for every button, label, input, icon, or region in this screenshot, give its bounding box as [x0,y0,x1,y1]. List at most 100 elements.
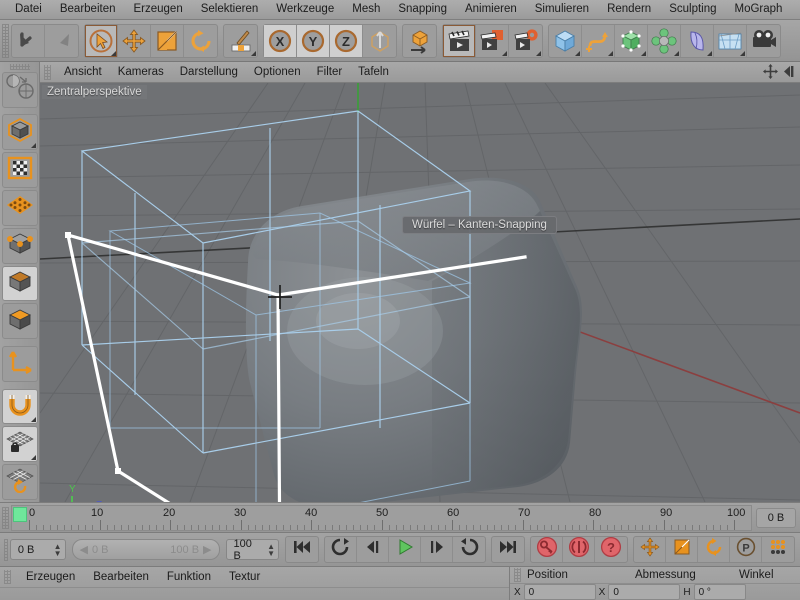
sidebar-item-viewport-tools[interactable] [1,71,38,108]
menu-item-werkzeuge[interactable]: Werkzeuge [267,0,343,19]
timeline-current-field[interactable]: 0 B [756,507,796,528]
pan-view-icon[interactable] [763,64,778,84]
current-frame-field[interactable]: 0 B ▲ ▼ [9,539,66,560]
axis-y-button[interactable]: Y [297,24,330,57]
menu-item-bearbeiten[interactable]: Bearbeiten [51,0,125,19]
key-selection-button[interactable]: ? [595,536,627,562]
render-view-button[interactable] [443,24,476,57]
render-picture-more-icon[interactable] [502,50,507,56]
sidebar-item-polygon-fill[interactable] [1,303,38,340]
material-manager-content[interactable] [0,587,509,600]
deformer-more-icon[interactable] [707,50,712,56]
material-menu-funktion[interactable]: Funktion [158,568,220,587]
sidebar-item-grid-rotate[interactable] [1,464,38,501]
axis-x-button[interactable]: X [264,24,297,57]
menu-item-erzeugen[interactable]: Erzeugen [124,0,191,19]
material-menu-bearbeiten[interactable]: Bearbeiten [84,568,158,587]
timeline-playhead[interactable] [13,506,27,522]
sidebar-item-points-mode[interactable] [1,190,38,226]
environment-button[interactable] [714,24,747,57]
menu-item-animieren[interactable]: Animieren [456,0,526,19]
sidebar-item-magnet-snap[interactable] [1,388,38,425]
material-menu-erzeugen[interactable]: Erzeugen [17,568,84,587]
menu-item-mesh[interactable]: Mesh [343,0,389,19]
brush-tool-button[interactable] [224,25,257,57]
key-position-button[interactable] [634,537,667,562]
generator-more-icon[interactable] [641,50,646,56]
select-tool-button[interactable] [85,24,118,57]
brush-more-icon[interactable] [251,50,256,56]
toolbar-grip[interactable] [2,23,9,58]
record-key-button[interactable] [531,536,564,562]
menu-item-mograph[interactable]: MoGraph [726,0,792,19]
sidebar-item-polygons-mode[interactable] [1,265,38,302]
viewport-menu-filter[interactable]: Filter [309,62,351,82]
material-menu-textur[interactable]: Textur [220,568,269,587]
world-axis-button[interactable] [363,25,396,57]
range-left-arrow-icon[interactable]: ◀ [80,543,88,556]
render-settings-button[interactable] [509,25,542,57]
menu-item-simulieren[interactable]: Simulieren [526,0,598,19]
menu-item-datei[interactable]: Datei [6,0,51,19]
menu-item-snapping[interactable]: Snapping [389,0,456,19]
viewport-menu-ansicht[interactable]: Ansicht [56,62,110,82]
timeline-ruler[interactable]: 0 10 20 30 40 50 60 70 80 90 100 [11,504,752,531]
object-axis-button[interactable] [403,25,436,57]
cube-primitive-more-icon[interactable] [575,50,580,56]
transport-grip[interactable] [4,538,8,561]
next-key-button[interactable] [453,537,485,562]
sidebar-item-texture-mode[interactable] [1,152,38,189]
select-tool-more-icon[interactable] [111,50,116,56]
menu-item-selektieren[interactable]: Selektieren [192,0,268,19]
key-pla-button[interactable] [762,537,794,562]
viewport-menu-optionen[interactable]: Optionen [246,62,309,82]
previous-key-button[interactable] [325,537,358,562]
previous-frame-button[interactable] [357,537,390,562]
viewport-menu-darstellung[interactable]: Darstellung [172,62,246,82]
coordinates-panel-grip[interactable] [514,568,521,582]
left-palette-grip[interactable] [9,64,30,70]
array-object-button[interactable] [648,24,681,57]
sidebar-item-model-mode[interactable] [1,114,38,151]
size-x-field[interactable]: 0 [608,584,681,600]
viewport-menu-tafeln[interactable]: Tafeln [350,62,397,82]
redo-button[interactable] [45,25,78,57]
viewport-menu-kameras[interactable]: Kameras [110,62,172,82]
move-tool-button[interactable] [118,24,151,57]
deformer-button[interactable] [681,24,714,57]
sidebar-item-edges-mode[interactable] [1,227,38,264]
go-to-end-button[interactable] [492,537,524,562]
viewport-menu-grip[interactable] [44,64,51,80]
viewport-3d[interactable]: Zentralperspektive Würfel – Kanten-Snapp… [40,83,800,502]
axis-z-button[interactable]: Z [330,24,363,57]
generator-button[interactable] [615,24,648,57]
timeline-grip[interactable] [2,506,9,529]
sidebar-item-axis-mode[interactable] [1,346,38,382]
menu-item-charakter[interactable]: Charak [791,0,800,19]
position-x-field[interactable]: 0 [523,584,596,600]
spline-more-icon[interactable] [608,50,613,56]
scale-tool-button[interactable] [151,24,184,57]
undo-button[interactable] [12,24,45,57]
sidebar-item-grid-lock[interactable] [1,426,38,463]
environment-more-icon[interactable] [740,50,745,56]
render-settings-more-icon[interactable] [536,50,541,56]
preview-range-slider[interactable]: ◀ 0 B 100 B ▶ [71,539,220,560]
model-mode-more-icon[interactable] [30,143,36,149]
key-scale-button[interactable] [666,537,699,562]
magnet-snap-more-icon[interactable] [30,417,36,423]
rotation-h-field[interactable]: 0 ° [693,584,746,600]
go-to-start-button[interactable] [286,537,318,562]
end-frame-field[interactable]: 100 B ▲ ▼ [225,538,280,562]
key-parameter-button[interactable]: P [730,537,763,562]
range-right-arrow-icon[interactable]: ▶ [203,543,211,556]
next-frame-button[interactable] [421,537,454,562]
current-frame-spinner[interactable]: ▲ ▼ [48,542,62,557]
play-button[interactable] [389,537,422,562]
spline-button[interactable] [582,24,615,57]
autokey-button[interactable] [563,536,596,562]
array-object-more-icon[interactable] [674,50,679,56]
rotate-tool-button[interactable] [184,25,217,57]
material-panel-grip[interactable] [4,570,11,584]
menu-item-rendern[interactable]: Rendern [598,0,660,19]
